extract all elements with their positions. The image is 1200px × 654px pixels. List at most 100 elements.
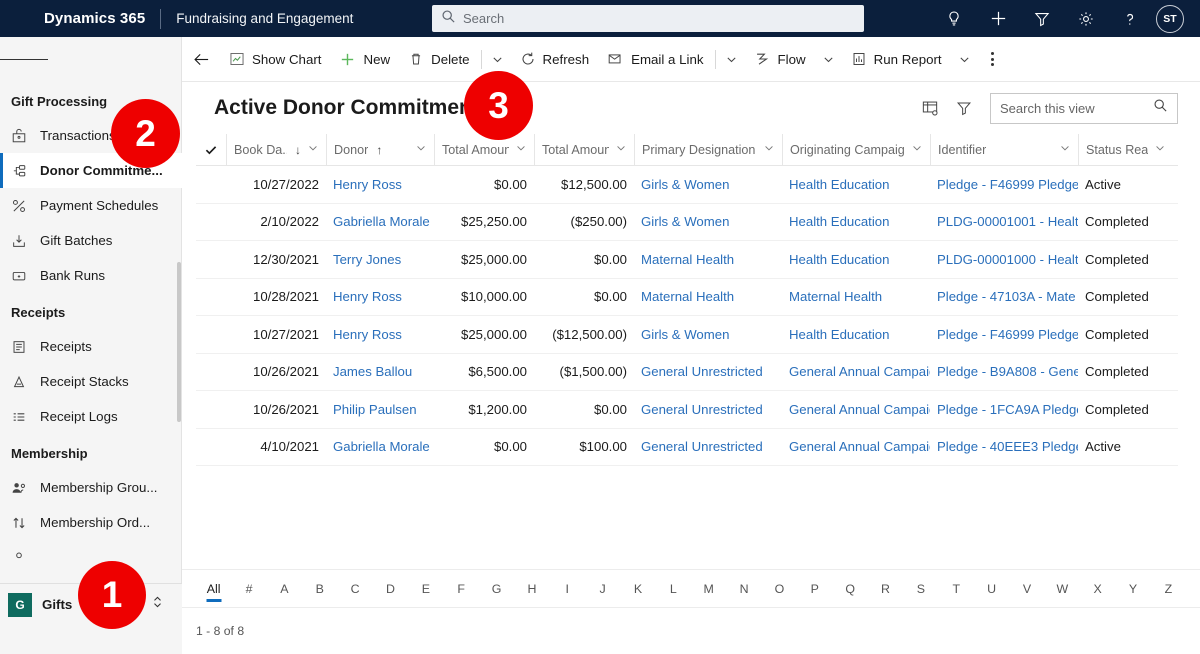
global-search-box[interactable]: Search — [432, 5, 864, 32]
alpha-filter-hash[interactable]: # — [231, 576, 266, 602]
row-checkbox[interactable] — [196, 316, 226, 354]
back-arrow-icon[interactable] — [182, 37, 220, 82]
edit-columns-icon[interactable] — [913, 91, 947, 125]
hamburger-menu-icon[interactable] — [0, 37, 48, 82]
flow-button[interactable]: Flow — [745, 37, 815, 82]
table-row[interactable]: 10/27/2021 Henry Ross $25,000.00 ($12,500.0… — [196, 316, 1178, 354]
row-checkbox[interactable] — [196, 278, 226, 316]
product-brand[interactable]: Dynamics 365 — [44, 10, 145, 27]
column-header-primary-designation[interactable]: Primary Designation — [634, 133, 782, 166]
cell-primary-designation[interactable]: Maternal Health — [634, 278, 782, 316]
alpha-filter-c[interactable]: C — [337, 576, 372, 602]
alpha-filter-o[interactable]: O — [762, 576, 797, 602]
column-header-status-reason[interactable]: Status Reason — [1078, 133, 1173, 166]
cell-identifier[interactable]: Pledge - F46999 Pledge — [930, 166, 1078, 204]
alpha-filter-i[interactable]: I — [550, 576, 585, 602]
filter-icon[interactable] — [1020, 0, 1064, 37]
select-all-checkbox[interactable] — [196, 134, 226, 166]
chevron-down-icon[interactable] — [1053, 142, 1071, 157]
cell-originating-campaign[interactable]: General Annual Campaig — [782, 428, 930, 466]
email-dropdown-chevron-icon[interactable] — [718, 53, 745, 66]
alpha-filter-z[interactable]: Z — [1151, 576, 1186, 602]
column-header-book-date[interactable]: Book Da... ↓ — [226, 133, 326, 166]
lightbulb-icon[interactable] — [932, 0, 976, 37]
column-header-identifier[interactable]: Identifier — [930, 133, 1078, 166]
cell-originating-campaign[interactable]: Maternal Health — [782, 278, 930, 316]
alpha-filter-g[interactable]: G — [479, 576, 514, 602]
cell-identifier[interactable]: Pledge - 1FCA9A Pledge — [930, 391, 1078, 429]
alpha-filter-v[interactable]: V — [1009, 576, 1044, 602]
alpha-filter-f[interactable]: F — [444, 576, 479, 602]
sidebar-item-membership-groups[interactable]: Membership Grou... — [0, 470, 182, 505]
cell-originating-campaign[interactable]: General Annual Campaig — [782, 353, 930, 391]
user-avatar[interactable]: ST — [1156, 4, 1184, 33]
cell-originating-campaign[interactable]: Health Education — [782, 316, 930, 354]
email-a-link-button[interactable]: Email a Link — [598, 37, 712, 82]
more-commands-icon[interactable] — [978, 51, 1007, 67]
row-checkbox[interactable] — [196, 428, 226, 466]
sidebar-item-membership-orders[interactable]: Membership Ord... — [0, 505, 182, 540]
cell-primary-designation[interactable]: General Unrestricted — [634, 353, 782, 391]
plus-icon[interactable] — [976, 0, 1020, 37]
sidebar-item-receipt-stacks[interactable]: Receipt Stacks — [0, 364, 182, 399]
cell-originating-campaign[interactable]: Health Education — [782, 166, 930, 204]
cell-donor[interactable]: Philip Paulsen — [326, 391, 434, 429]
alpha-filter-w[interactable]: W — [1045, 576, 1080, 602]
cell-donor[interactable]: Gabriella Morale — [326, 428, 434, 466]
cell-donor[interactable]: Henry Ross — [326, 278, 434, 316]
run-report-dropdown-chevron-icon[interactable] — [951, 53, 978, 66]
delete-dropdown-chevron-icon[interactable] — [484, 53, 511, 66]
table-row[interactable]: 10/28/2021 Henry Ross $10,000.00 $0.00 Mater… — [196, 278, 1178, 316]
column-header-donor[interactable]: Donor ↑ — [326, 133, 434, 166]
sidebar-item-gift-batches[interactable]: Gift Batches — [0, 223, 182, 258]
cell-identifier[interactable]: Pledge - 47103A - Mate — [930, 278, 1078, 316]
cell-originating-campaign[interactable]: Health Education — [782, 241, 930, 279]
alpha-filter-p[interactable]: P — [797, 576, 832, 602]
alpha-filter-a[interactable]: A — [267, 576, 302, 602]
cell-originating-campaign[interactable]: Health Education — [782, 203, 930, 241]
table-row[interactable]: 12/30/2021 Terry Jones $25,000.00 $0.00 Mate… — [196, 241, 1178, 279]
row-checkbox[interactable] — [196, 241, 226, 279]
table-row[interactable]: 10/26/2021 James Ballou $6,500.00 ($1,500.0… — [196, 353, 1178, 391]
flow-dropdown-chevron-icon[interactable] — [815, 53, 842, 66]
alpha-filter-r[interactable]: R — [868, 576, 903, 602]
new-button[interactable]: New — [330, 37, 399, 82]
chevron-down-icon[interactable] — [757, 142, 775, 157]
alpha-filter-m[interactable]: M — [691, 576, 726, 602]
row-checkbox[interactable] — [196, 203, 226, 241]
alpha-filter-q[interactable]: Q — [832, 576, 867, 602]
column-header-total-amount-2[interactable]: Total Amoun... — [534, 133, 634, 166]
cell-donor[interactable]: Terry Jones — [326, 241, 434, 279]
cell-originating-campaign[interactable]: General Annual Campaig — [782, 391, 930, 429]
alpha-filter-h[interactable]: H — [514, 576, 549, 602]
alpha-filter-x[interactable]: X — [1080, 576, 1115, 602]
alpha-filter-t[interactable]: T — [939, 576, 974, 602]
alpha-filter-u[interactable]: U — [974, 576, 1009, 602]
alpha-filter-n[interactable]: N — [726, 576, 761, 602]
cell-primary-designation[interactable]: Girls & Women — [634, 316, 782, 354]
row-checkbox[interactable] — [196, 166, 226, 204]
alpha-filter-s[interactable]: S — [903, 576, 938, 602]
edit-filters-icon[interactable] — [947, 91, 981, 125]
delete-button[interactable]: Delete — [399, 37, 478, 82]
run-report-button[interactable]: Run Report — [842, 37, 951, 82]
cell-identifier[interactable]: Pledge - 40EEE3 Pledge — [930, 428, 1078, 466]
chevron-down-icon[interactable] — [301, 142, 319, 157]
alpha-filter-all[interactable]: All — [196, 576, 231, 602]
sidebar-scrollbar-thumb[interactable] — [177, 262, 181, 422]
sidebar-item-bank-runs[interactable]: Bank Runs — [0, 258, 182, 293]
cell-identifier[interactable]: Pledge - B9A808 - Gene — [930, 353, 1078, 391]
chevron-down-icon[interactable] — [509, 142, 527, 157]
cell-primary-designation[interactable]: Maternal Health — [634, 241, 782, 279]
app-name[interactable]: Fundraising and Engagement — [176, 11, 353, 26]
gear-icon[interactable] — [1064, 0, 1108, 37]
alpha-filter-d[interactable]: D — [373, 576, 408, 602]
row-checkbox[interactable] — [196, 353, 226, 391]
table-row[interactable]: 10/26/2021 Philip Paulsen $1,200.00 $0.00 Ge… — [196, 391, 1178, 429]
cell-primary-designation[interactable]: Girls & Women — [634, 203, 782, 241]
table-row[interactable]: 4/10/2021 Gabriella Morale $0.00 $100.00 Gen… — [196, 428, 1178, 466]
refresh-button[interactable]: Refresh — [511, 37, 599, 82]
show-chart-button[interactable]: Show Chart — [220, 37, 330, 82]
cell-identifier[interactable]: Pledge - F46999 Pledge — [930, 316, 1078, 354]
chevron-down-icon[interactable] — [1148, 142, 1166, 157]
